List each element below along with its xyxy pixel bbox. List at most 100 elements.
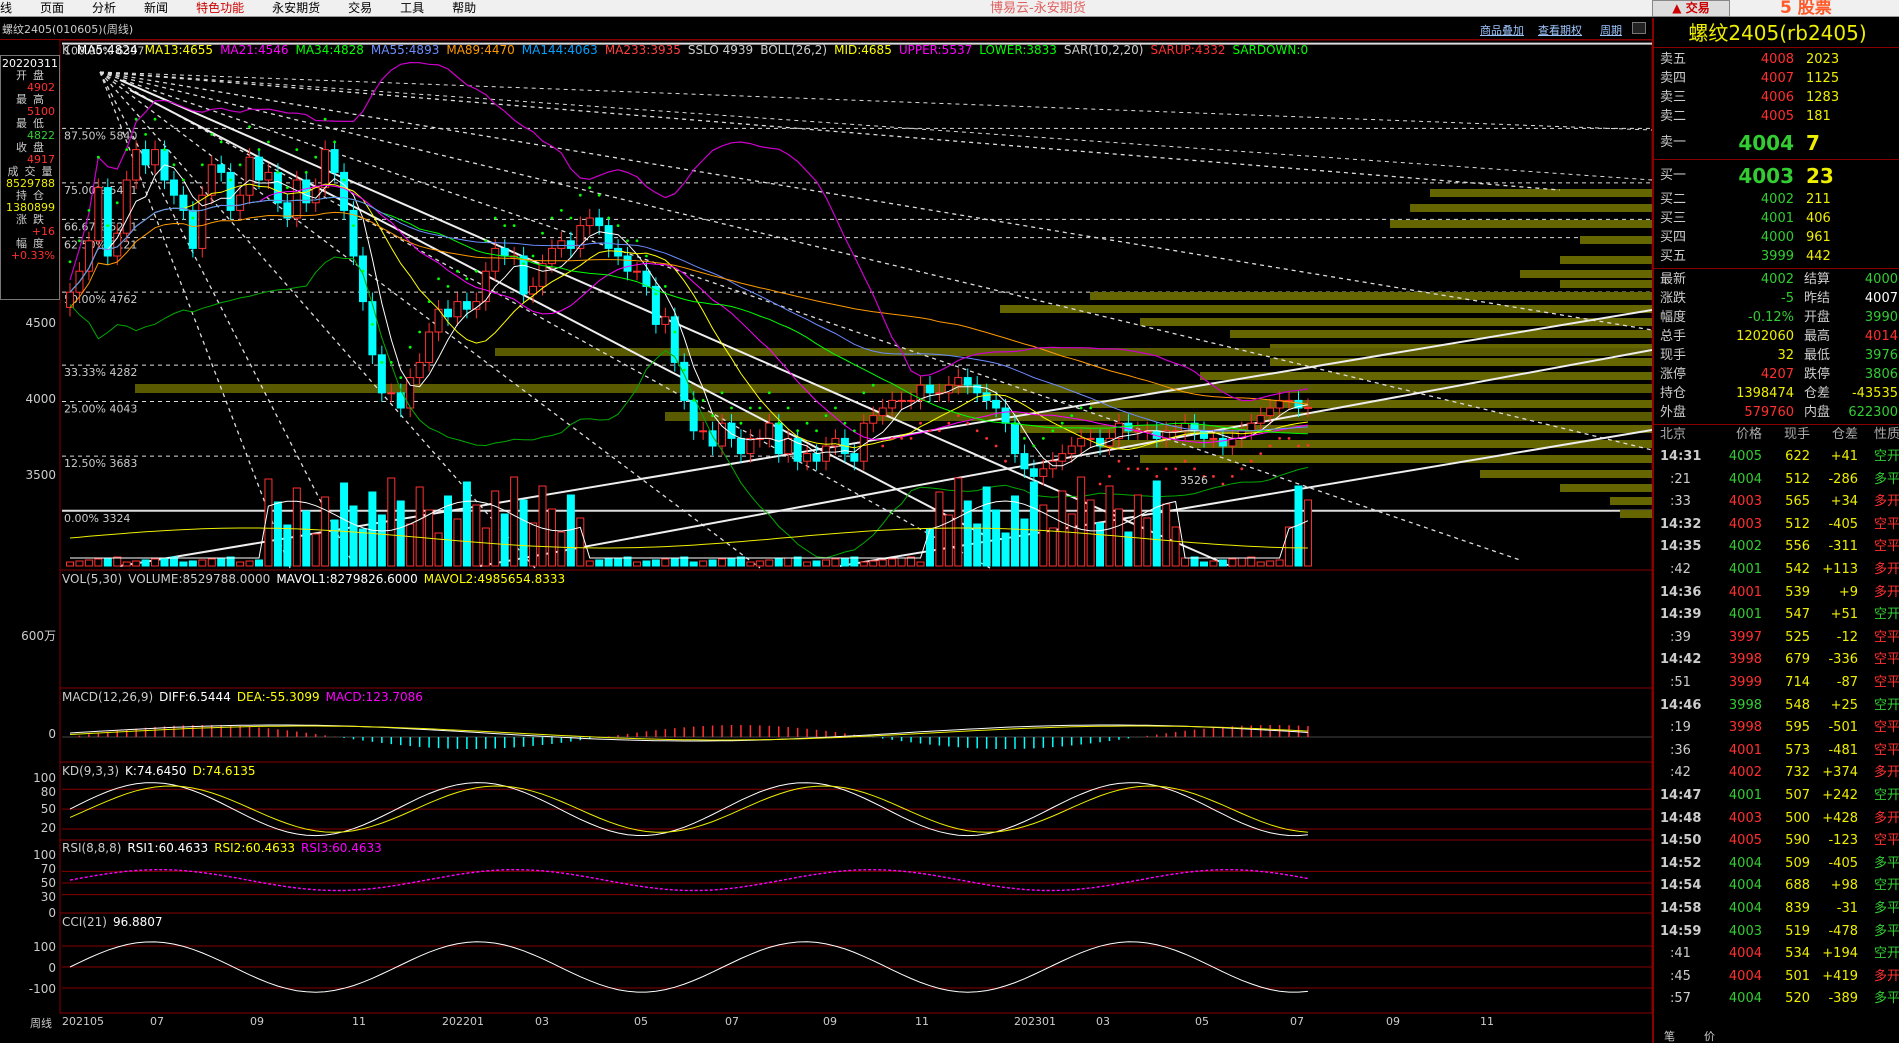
tick-row[interactable]: :57 4004 520 -389 多平 xyxy=(1654,988,1899,1010)
tick-price: 4002 xyxy=(1728,765,1762,781)
tick-price: 4003 xyxy=(1728,494,1762,510)
tick-volume: 590 xyxy=(1785,833,1810,849)
bid-row[interactable]: 买五 3999 442 xyxy=(1654,247,1899,267)
sar-dot xyxy=(531,254,535,258)
tick-row[interactable]: 14:54 4004 688 +98 空开 xyxy=(1654,875,1899,897)
ask-row[interactable]: 卖五 4008 2023 xyxy=(1654,50,1899,70)
volume-bar xyxy=(245,560,254,567)
tick-row[interactable]: 14:47 4001 507 +242 空开 xyxy=(1654,785,1899,807)
symbol-title[interactable]: 螺纹2405(rb2405) xyxy=(1654,18,1899,48)
tick-time: :21 xyxy=(1670,471,1691,487)
sar-dot xyxy=(862,391,866,395)
tick-row[interactable]: 14:39 4001 547 +51 空开 xyxy=(1654,604,1899,626)
rsi-axis-label: 70 xyxy=(40,862,56,876)
tick-row[interactable]: 14:46 3998 548 +25 空开 xyxy=(1654,695,1899,717)
view-options-link[interactable]: 查看期权 xyxy=(1538,22,1582,38)
tick-row[interactable]: 14:52 4004 509 -405 多平 xyxy=(1654,853,1899,875)
tick-row[interactable]: 14:42 3998 679 -336 空平 xyxy=(1654,649,1899,671)
menu-item[interactable]: 新闻 xyxy=(130,0,182,17)
volume-bar xyxy=(1162,503,1171,567)
bid-row[interactable]: 买二 4002 211 xyxy=(1654,190,1899,210)
ask-row[interactable]: 卖二 4005 181 xyxy=(1654,107,1899,127)
candle-body xyxy=(604,225,613,249)
tick-row[interactable]: 14:31 4005 622 +41 空开 xyxy=(1654,446,1899,468)
sar-dot xyxy=(484,239,488,243)
tick-row[interactable]: :39 3997 525 -12 空平 xyxy=(1654,627,1899,649)
time-axis-label: 05 xyxy=(1195,1015,1209,1028)
tab-prices[interactable]: 价 xyxy=(1704,1028,1715,1043)
tick-row[interactable]: 14:32 4003 512 -405 空平 xyxy=(1654,514,1899,536)
ask-row[interactable]: 卖一 4004 7 xyxy=(1654,130,1899,156)
sar-dot xyxy=(106,224,110,228)
ask-row[interactable]: 卖四 4007 1125 xyxy=(1654,69,1899,89)
tick-oi-change: -405 xyxy=(1828,855,1858,871)
window-restore-icon[interactable] xyxy=(1632,22,1646,34)
tick-row[interactable]: :51 3999 714 -87 空平 xyxy=(1654,672,1899,694)
tick-volume: 525 xyxy=(1785,629,1810,645)
candle-body xyxy=(897,399,906,402)
sar-dot xyxy=(418,330,422,334)
trade-button[interactable]: ▲ 交易 xyxy=(1652,0,1730,17)
quote-label: 最新 xyxy=(1660,272,1687,287)
volume-bar xyxy=(897,557,906,567)
tick-row[interactable]: :36 4001 573 -481 空平 xyxy=(1654,740,1899,762)
tick-row[interactable]: 14:59 4003 519 -478 多平 xyxy=(1654,921,1899,943)
menu-item[interactable]: 分析 xyxy=(78,0,130,17)
tick-row[interactable]: 14:48 4003 500 +428 多开 xyxy=(1654,808,1899,830)
sar-dot xyxy=(588,186,592,190)
tick-row[interactable]: 14:50 4005 590 -123 空平 xyxy=(1654,830,1899,852)
sar-dot xyxy=(749,406,752,410)
volume-bar xyxy=(321,496,330,567)
volume-bar xyxy=(453,518,462,567)
menu-item[interactable]: 页面 xyxy=(26,0,78,17)
sar-dot xyxy=(550,216,554,220)
overlay-commodity-link[interactable]: 商品叠加 xyxy=(1480,22,1524,38)
candle-body xyxy=(1256,415,1265,424)
sar-dot xyxy=(68,260,72,264)
time-axis-label: 07 xyxy=(150,1015,164,1028)
volume-bar xyxy=(255,559,263,567)
legend-item: DIFF:6.5444 xyxy=(159,690,231,704)
bid-row[interactable]: 买四 4000 961 xyxy=(1654,228,1899,248)
menu-item[interactable]: 工具 xyxy=(386,0,438,17)
volume-bar xyxy=(859,561,868,567)
period-link[interactable]: 周期 xyxy=(1600,22,1622,38)
chart-canvas[interactable]: 100.00% 639787.50% 584075.00% 548166.67%… xyxy=(0,40,1652,1015)
candle-body xyxy=(812,453,821,462)
tab-trades[interactable]: 笔 xyxy=(1664,1028,1675,1043)
menu-bar: 线页面 分析 新闻 特色功能 永安期货 交易 工具 帮助 xyxy=(0,0,1899,17)
tick-oi-change: +242 xyxy=(1822,788,1858,803)
tick-volume: 500 xyxy=(1785,810,1810,826)
menu-item[interactable]: 特色功能 xyxy=(182,0,258,17)
menu-item[interactable]: 帮助 xyxy=(438,0,490,17)
volume-bar xyxy=(236,561,245,567)
tick-row[interactable]: :21 4004 512 -286 多平 xyxy=(1654,469,1899,491)
sar-dot xyxy=(1278,437,1281,440)
tick-oi-change: +113 xyxy=(1822,562,1858,577)
candle-body xyxy=(547,247,556,265)
tick-row[interactable]: :45 4004 501 +419 多开 xyxy=(1654,966,1899,988)
kd-axis-label: 20 xyxy=(40,821,56,835)
tick-row[interactable]: 14:58 4004 839 -31 多平 xyxy=(1654,898,1899,920)
menu-item[interactable]: 线 xyxy=(0,0,26,17)
book-level-label: 卖五 xyxy=(1660,52,1687,67)
candle-body xyxy=(1077,437,1086,447)
bid-row[interactable]: 买一 4003 23 xyxy=(1654,163,1899,189)
tick-row[interactable]: 14:36 4001 539 +9 多开 xyxy=(1654,582,1899,604)
volume-bar xyxy=(1048,527,1057,567)
menu-item[interactable]: 永安期货 xyxy=(258,0,334,17)
candle-body xyxy=(349,209,358,257)
tick-row[interactable]: :41 4004 534 +194 空开 xyxy=(1654,943,1899,965)
tick-row[interactable]: :42 4002 732 +374 多开 xyxy=(1654,762,1899,784)
quote-value: 1202060 xyxy=(1736,329,1794,344)
candle-body xyxy=(963,377,972,386)
sar-dot xyxy=(314,155,318,159)
menu-item[interactable]: 交易 xyxy=(334,0,386,17)
ask-row[interactable]: 卖三 4006 1283 xyxy=(1654,88,1899,108)
tick-row[interactable]: :33 4003 565 +34 多开 xyxy=(1654,491,1899,513)
tick-row[interactable]: 14:35 4002 556 -311 空平 xyxy=(1654,536,1899,558)
bid-row[interactable]: 买三 4001 406 xyxy=(1654,209,1899,229)
volume-bar xyxy=(179,561,188,567)
tick-row[interactable]: :42 4001 542 +113 多开 xyxy=(1654,559,1899,581)
tick-row[interactable]: :19 3998 595 -501 空平 xyxy=(1654,717,1899,739)
